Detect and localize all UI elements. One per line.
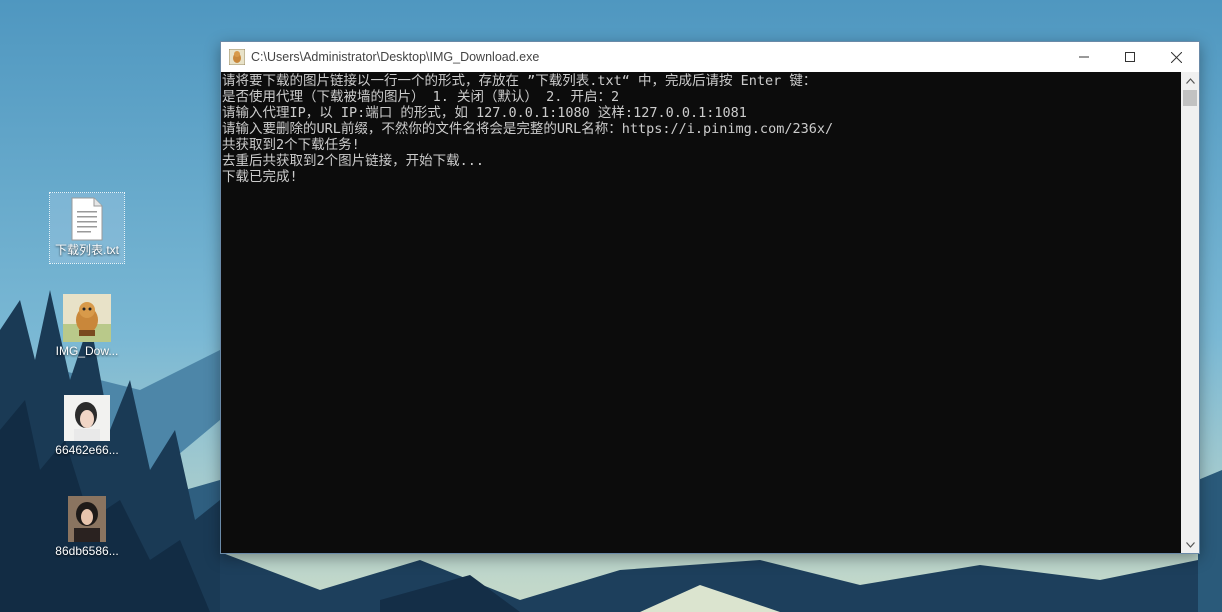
minimize-icon xyxy=(1079,56,1089,58)
maximize-icon xyxy=(1125,52,1135,62)
minimize-button[interactable] xyxy=(1061,42,1107,72)
exe-app-icon xyxy=(229,49,245,65)
console-line: 请输入代理IP，以 IP:端口 的形式，如 127.0.0.1:1080 这样:… xyxy=(222,105,747,121)
console-line: 去重后共获取到2个图片链接，开始下载... xyxy=(222,153,485,169)
console-line: 下载已完成! xyxy=(222,169,298,185)
console-window[interactable]: C:\Users\Administrator\Desktop\IMG_Downl… xyxy=(220,41,1200,554)
console-line: 请将要下载的图片链接以一行一个的形式，存放在 ”下载列表.txt“ 中，完成后请… xyxy=(222,73,817,89)
scroll-down-button[interactable] xyxy=(1181,536,1199,553)
console-output[interactable]: 请将要下载的图片链接以一行一个的形式，存放在 ”下载列表.txt“ 中，完成后请… xyxy=(221,72,1181,553)
desktop-icon-label: 66462e66... xyxy=(55,443,119,457)
chevron-down-icon xyxy=(1185,541,1195,548)
chevron-up-icon xyxy=(1185,77,1195,84)
window-titlebar[interactable]: C:\Users\Administrator\Desktop\IMG_Downl… xyxy=(221,42,1199,72)
desktop-icon-label: 86db6586... xyxy=(55,544,119,558)
console-line: 是否使用代理（下载被墙的图片） 1. 关闭（默认） 2. 开启：2 xyxy=(222,89,620,105)
image-thumbnail-icon xyxy=(64,395,110,441)
console-line: 共获取到2个下载任务! xyxy=(222,137,360,153)
scroll-thumb[interactable] xyxy=(1183,90,1197,106)
desktop-icon-image-86db6586[interactable]: 86db6586... xyxy=(50,496,124,558)
desktop-icon-label: 下载列表.txt xyxy=(54,243,119,257)
desktop-icon-image-66462e66[interactable]: 66462e66... xyxy=(50,395,124,457)
exe-app-icon xyxy=(63,294,111,342)
desktop-icon-download-list[interactable]: 下载列表.txt xyxy=(49,192,125,264)
console-line: 请输入要删除的URL前缀，不然你的文件名将会是完整的URL名称：https://… xyxy=(222,121,834,137)
close-button[interactable] xyxy=(1153,42,1199,72)
window-title: C:\Users\Administrator\Desktop\IMG_Downl… xyxy=(251,50,540,64)
image-thumbnail-icon xyxy=(68,496,106,542)
vertical-scrollbar[interactable] xyxy=(1181,72,1199,553)
desktop-icon-img-download[interactable]: IMG_Dow... xyxy=(50,294,124,358)
maximize-button[interactable] xyxy=(1107,42,1153,72)
desktop: 下载列表.txt IMG_Dow... 66462e66... 86db6586… xyxy=(0,0,1222,612)
close-icon xyxy=(1170,51,1182,63)
desktop-icon-label: IMG_Dow... xyxy=(55,344,119,358)
text-file-icon xyxy=(71,197,103,241)
scroll-up-button[interactable] xyxy=(1181,72,1199,89)
